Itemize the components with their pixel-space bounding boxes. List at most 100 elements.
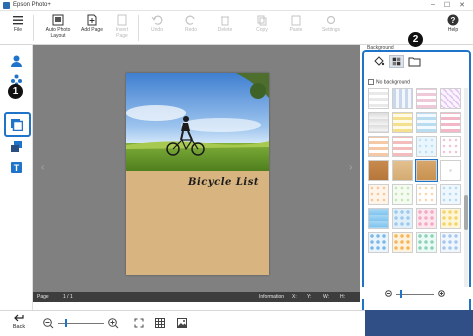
panel-footer-area xyxy=(365,310,473,336)
background-thumbnail[interactable] xyxy=(368,184,389,205)
copy-label: Copy xyxy=(256,27,268,33)
background-thumbnail[interactable] xyxy=(368,208,389,229)
scrollbar-thumb[interactable] xyxy=(464,195,468,230)
back-button[interactable]: Back xyxy=(8,313,30,330)
zoom-thumb[interactable] xyxy=(65,319,67,327)
zoom-in-icon[interactable] xyxy=(108,318,119,329)
page-title-text[interactable]: Bicycle List xyxy=(188,177,259,188)
hamburger-icon xyxy=(13,16,23,25)
background-thumbnail[interactable] xyxy=(440,184,461,205)
auto-layout-icon xyxy=(52,14,64,26)
copy-button[interactable]: Copy xyxy=(250,14,274,34)
background-thumbnail[interactable] xyxy=(440,232,461,253)
paint-bucket-icon[interactable] xyxy=(371,55,386,68)
background-thumbnail[interactable] xyxy=(416,112,437,133)
editing-canvas[interactable]: ‹ › Bicycle List xyxy=(33,45,360,292)
w-label: W: xyxy=(323,294,330,300)
thumbnail-scrollbar[interactable] xyxy=(464,88,468,288)
zoom-out-icon[interactable] xyxy=(43,318,54,329)
background-thumbnail[interactable] xyxy=(368,136,389,157)
x-label: X: xyxy=(292,294,297,300)
fit-to-screen-icon[interactable] xyxy=(134,318,144,328)
window-title: Epson Photo+ xyxy=(13,2,51,8)
undo-button[interactable]: Undo xyxy=(146,14,168,34)
status-bar: Page 1 / 1 Information X: Y: W: H: xyxy=(33,292,360,302)
panel-zoom-out-icon[interactable] xyxy=(385,290,393,298)
page-value: 1 / 1 xyxy=(63,294,73,300)
background-thumbnail[interactable] xyxy=(368,112,389,133)
trash-icon xyxy=(221,16,229,26)
folder-icon[interactable] xyxy=(407,55,422,68)
background-thumbnail[interactable] xyxy=(416,88,437,109)
grid-icon[interactable] xyxy=(155,318,165,328)
close-button[interactable]: ✕ xyxy=(457,1,467,9)
background-thumbnail[interactable] xyxy=(440,112,461,133)
background-thumbnail[interactable] xyxy=(392,160,413,181)
background-icon[interactable] xyxy=(10,118,23,131)
settings-button[interactable]: Settings xyxy=(318,14,344,34)
background-thumbnail[interactable] xyxy=(392,88,413,109)
help-icon: ? xyxy=(447,14,459,26)
background-thumbnail[interactable] xyxy=(440,88,461,109)
help-button[interactable]: ? Help xyxy=(444,14,462,34)
background-thumbnail[interactable] xyxy=(392,184,413,205)
minimize-button[interactable]: – xyxy=(428,1,438,8)
layers-icon[interactable] xyxy=(10,140,23,153)
background-thumbnail[interactable] xyxy=(392,208,413,229)
background-thumbnail[interactable] xyxy=(440,136,461,157)
svg-text:?: ? xyxy=(451,16,456,25)
background-thumbnail[interactable] xyxy=(368,160,389,181)
image-icon[interactable] xyxy=(177,318,187,328)
no-background-option[interactable]: No background xyxy=(368,79,410,85)
settings-label: Settings xyxy=(321,27,341,33)
copy-icon xyxy=(257,15,267,26)
insert-page-label: Insert Page xyxy=(115,27,129,39)
prev-page-arrow[interactable]: ‹ xyxy=(41,162,44,173)
background-thumbnail[interactable] xyxy=(416,232,437,253)
no-background-swatch xyxy=(368,79,374,85)
background-thumbnail[interactable] xyxy=(416,184,437,205)
callout-1: 1 xyxy=(8,84,23,99)
next-page-arrow[interactable]: › xyxy=(349,162,352,173)
file-label: File xyxy=(13,27,23,33)
file-menu-button[interactable]: File xyxy=(10,14,26,34)
delete-button[interactable]: Delete xyxy=(214,14,236,34)
background-thumbnail[interactable] xyxy=(416,208,437,229)
panel-zoom-control xyxy=(360,287,473,299)
page-preview[interactable]: Bicycle List xyxy=(126,73,269,275)
insert-page-button[interactable]: Insert Page xyxy=(110,14,134,39)
callout-2: 2 xyxy=(408,32,423,47)
back-label: Back xyxy=(12,324,26,330)
bicycle-photo[interactable] xyxy=(126,73,269,171)
paste-button[interactable]: Paste xyxy=(284,14,308,34)
panel-zoom-in-icon[interactable] xyxy=(438,290,446,298)
background-thumbnail[interactable] xyxy=(415,159,438,182)
background-thumbnail[interactable] xyxy=(416,136,437,157)
maximize-button[interactable]: ☐ xyxy=(442,1,452,9)
page-label: Page xyxy=(37,294,49,300)
redo-icon xyxy=(185,15,195,25)
add-page-icon xyxy=(87,14,97,26)
background-thumbnail[interactable] xyxy=(392,232,413,253)
help-label: Help xyxy=(447,27,459,33)
redo-button[interactable]: Redo xyxy=(180,14,202,34)
panel-zoom-thumb[interactable] xyxy=(400,290,402,298)
title-bar: Epson Photo+ – ☐ ✕ xyxy=(0,0,473,11)
gear-icon xyxy=(326,15,336,25)
background-thumbnail[interactable] xyxy=(440,160,461,181)
undo-icon xyxy=(151,15,163,25)
undo-label: Undo xyxy=(151,27,163,33)
auto-photo-layout-label: Auto Photo Layout xyxy=(45,27,71,39)
add-page-button[interactable]: Add Page xyxy=(79,14,105,34)
background-thumbnail[interactable] xyxy=(392,112,413,133)
back-arrow-icon xyxy=(14,314,24,322)
text-icon[interactable]: T xyxy=(10,161,23,174)
background-thumbnail[interactable] xyxy=(392,136,413,157)
background-thumbnail[interactable] xyxy=(440,208,461,229)
insert-page-icon xyxy=(117,14,127,26)
pattern-tab-icon[interactable] xyxy=(389,55,404,68)
background-thumbnail[interactable] xyxy=(368,88,389,109)
auto-photo-layout-button[interactable]: Auto Photo Layout xyxy=(40,14,76,39)
person-icon[interactable] xyxy=(10,54,23,67)
background-thumbnail[interactable] xyxy=(368,232,389,253)
